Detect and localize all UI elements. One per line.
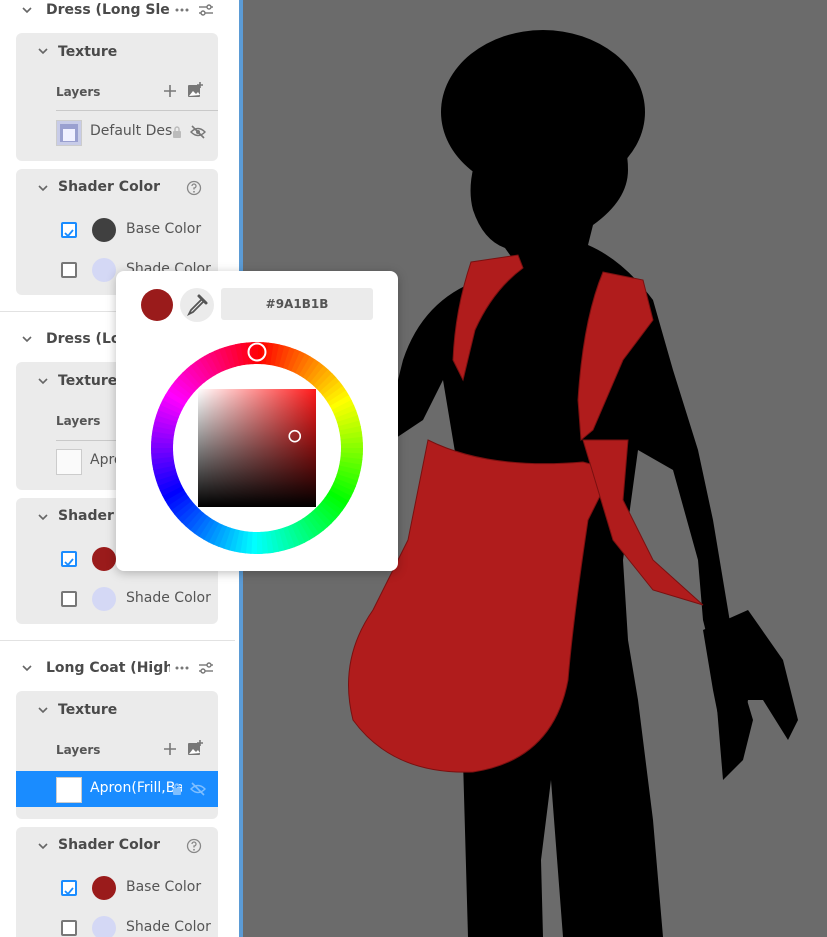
layer-name: Apron(Frill,Ba xyxy=(90,780,182,796)
chevron-down-icon[interactable] xyxy=(20,3,34,17)
sliders-icon[interactable] xyxy=(198,660,214,676)
layer-name: Default Des xyxy=(90,123,173,139)
eye-off-icon[interactable] xyxy=(190,124,206,140)
base-color-checkbox[interactable] xyxy=(61,880,77,896)
plus-icon[interactable] xyxy=(163,84,177,98)
divider xyxy=(56,110,218,111)
saturation-value-square[interactable] xyxy=(198,389,316,507)
shade-color-swatch[interactable] xyxy=(92,258,116,282)
chevron-down-icon[interactable] xyxy=(36,703,50,717)
chevron-down-icon[interactable] xyxy=(36,510,50,524)
chevron-down-icon[interactable] xyxy=(36,44,50,58)
shade-color-label: Shade Color xyxy=(126,590,211,606)
layer-item-selected[interactable]: Apron(Frill,Ba xyxy=(16,771,218,807)
layers-label: Layers xyxy=(56,743,101,757)
help-circle-icon[interactable] xyxy=(186,838,202,854)
sliders-icon[interactable] xyxy=(198,2,214,18)
chevron-down-icon[interactable] xyxy=(36,181,50,195)
add-image-icon[interactable] xyxy=(187,740,203,756)
eyedropper-button[interactable] xyxy=(180,288,214,322)
texture-card: Texture Layers Apron(Frill,Ba xyxy=(16,691,218,819)
shade-color-checkbox[interactable] xyxy=(61,591,77,607)
shade-color-swatch[interactable] xyxy=(92,916,116,937)
section-header-dress-long-sleeve[interactable]: Dress (Long Sleev xyxy=(0,0,235,24)
base-color-swatch[interactable] xyxy=(92,218,116,242)
current-color-preview xyxy=(141,289,173,321)
base-color-checkbox[interactable] xyxy=(61,551,77,567)
help-circle-icon[interactable] xyxy=(186,180,202,196)
base-color-label: Base Color xyxy=(126,221,202,237)
section-header-long-coat[interactable]: Long Coat (High N xyxy=(0,658,235,682)
chevron-down-icon[interactable] xyxy=(36,839,50,853)
chevron-down-icon[interactable] xyxy=(20,332,34,346)
hex-input[interactable]: #9A1B1B xyxy=(221,288,373,320)
shade-color-label: Shade Color xyxy=(126,919,211,935)
more-horizontal-icon[interactable] xyxy=(174,660,190,676)
more-horizontal-icon[interactable] xyxy=(174,2,190,18)
chevron-down-icon[interactable] xyxy=(20,661,34,675)
lock-icon[interactable] xyxy=(171,126,183,138)
shader-color-title: Shader Color xyxy=(58,179,161,195)
texture-title: Texture xyxy=(58,373,118,389)
texture-card: Texture Layers Default Des xyxy=(16,33,218,161)
section-title: Long Coat (High N xyxy=(46,660,170,676)
color-picker-popup: #9A1B1B xyxy=(116,271,398,571)
base-color-label: Base Color xyxy=(126,879,202,895)
color-wheel[interactable] xyxy=(149,340,365,556)
layer-thumbnail xyxy=(56,120,82,146)
base-color-checkbox[interactable] xyxy=(61,222,77,238)
eyedropper-icon xyxy=(186,294,208,317)
texture-title: Texture xyxy=(58,702,118,718)
shade-color-checkbox[interactable] xyxy=(61,262,77,278)
add-image-icon[interactable] xyxy=(187,82,203,98)
eye-off-icon[interactable] xyxy=(190,781,206,797)
layers-label: Layers xyxy=(56,85,101,99)
shader-color-title: Shader Color xyxy=(58,837,161,853)
chevron-down-icon[interactable] xyxy=(36,374,50,388)
base-color-swatch[interactable] xyxy=(92,876,116,900)
section-divider xyxy=(0,640,235,641)
layers-label: Layers xyxy=(56,414,101,428)
layer-item[interactable]: Default Des xyxy=(16,114,218,150)
shade-color-checkbox[interactable] xyxy=(61,920,77,936)
layer-thumbnail xyxy=(56,449,82,475)
layer-thumbnail xyxy=(56,777,82,803)
lock-icon[interactable] xyxy=(171,783,183,795)
base-color-swatch[interactable] xyxy=(92,547,116,571)
shader-color-card: Shader Color Base Color Shade Color xyxy=(16,827,218,937)
section-title: Dress (Long Sleev xyxy=(46,2,170,18)
texture-title: Texture xyxy=(58,44,118,60)
plus-icon[interactable] xyxy=(163,742,177,756)
shade-color-swatch[interactable] xyxy=(92,587,116,611)
